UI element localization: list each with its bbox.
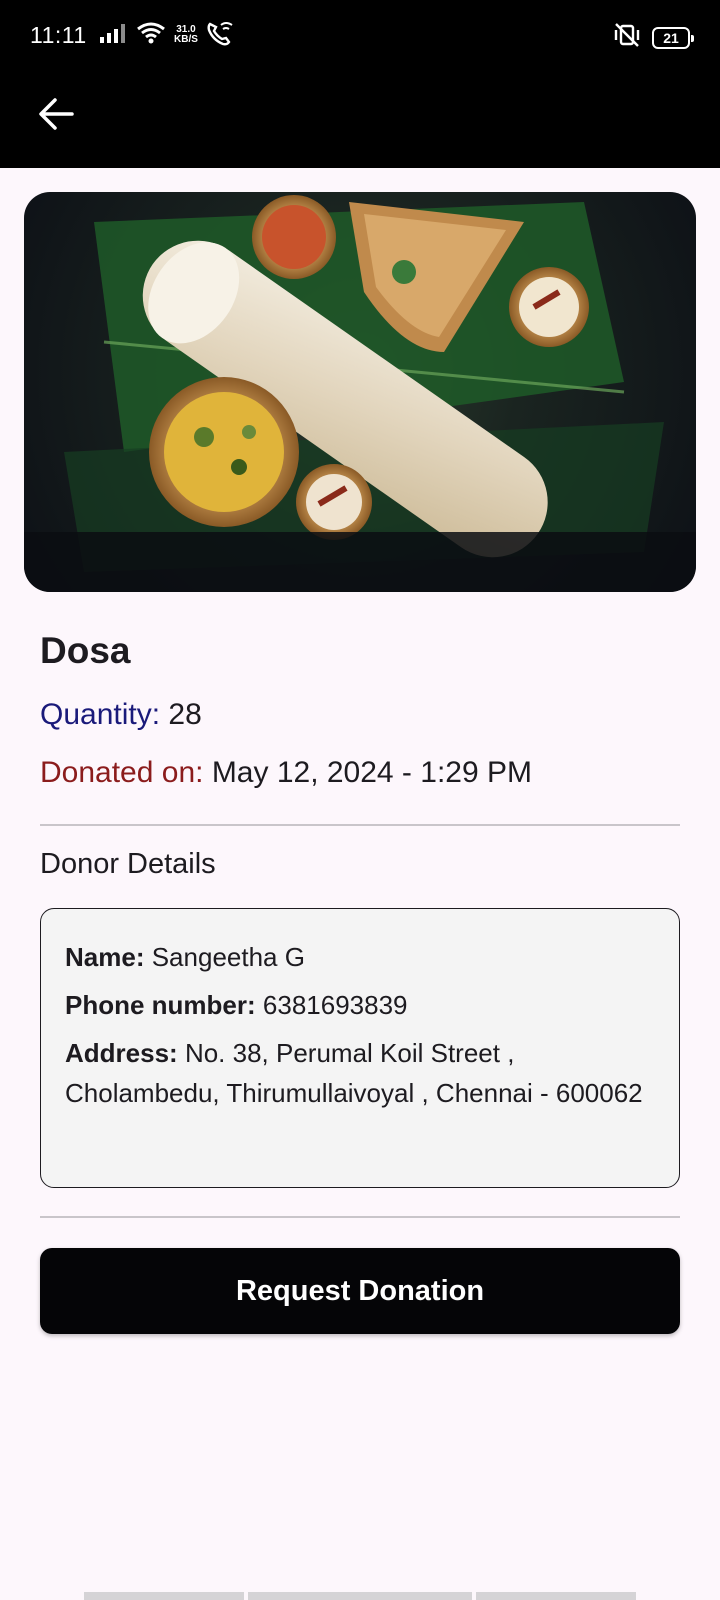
wifi-icon — [136, 21, 166, 50]
donor-phone-label: Phone number: — [65, 990, 256, 1020]
net-speed-unit: KB/S — [174, 34, 198, 45]
food-image — [24, 192, 696, 592]
donor-card: Name: Sangeetha G Phone number: 63816938… — [40, 908, 680, 1188]
nav-handle — [476, 1592, 636, 1600]
donor-address-row: Address: No. 38, Perumal Koil Street , C… — [65, 1033, 655, 1113]
back-button[interactable] — [30, 90, 82, 142]
app-bar — [0, 72, 720, 168]
arrow-left-icon — [38, 97, 74, 136]
nav-handle — [84, 1592, 244, 1600]
request-donation-button[interactable]: Request Donation — [40, 1248, 680, 1334]
status-bar: 11:11 31.0 KB/S 21 — [0, 0, 720, 72]
donor-phone-value: 6381693839 — [262, 990, 408, 1020]
divider — [40, 824, 680, 826]
wifi-calling-icon — [206, 20, 234, 51]
donor-phone-row: Phone number: 6381693839 — [65, 985, 655, 1025]
donor-details-heading: Donor Details — [40, 848, 216, 880]
donated-on-label: Donated on: — [40, 756, 204, 789]
quantity-row: Quantity: 28 — [40, 698, 202, 732]
divider — [40, 1216, 680, 1218]
nav-handle — [248, 1592, 472, 1600]
donated-on-row: Donated on: May 12, 2024 - 1:29 PM — [40, 756, 532, 790]
donated-on-value: May 12, 2024 - 1:29 PM — [211, 756, 532, 789]
status-right-icons: 21 — [612, 22, 694, 53]
vibrate-icon — [612, 22, 642, 53]
donor-name-value: Sangeetha G — [151, 942, 305, 972]
battery-level: 21 — [663, 29, 679, 46]
donor-address-label: Address: — [65, 1038, 178, 1068]
donor-name-label: Name: — [65, 942, 145, 972]
status-time: 11:11 — [30, 22, 87, 48]
quantity-value: 28 — [168, 698, 202, 731]
food-title: Dosa — [40, 630, 131, 671]
quantity-label: Quantity: — [40, 698, 161, 731]
donor-name-row: Name: Sangeetha G — [65, 937, 655, 977]
status-left-icons: 31.0 KB/S — [100, 20, 234, 50]
net-speed: 31.0 KB/S — [174, 25, 198, 45]
signal-icon — [100, 23, 128, 48]
battery-icon: 21 — [652, 26, 694, 49]
